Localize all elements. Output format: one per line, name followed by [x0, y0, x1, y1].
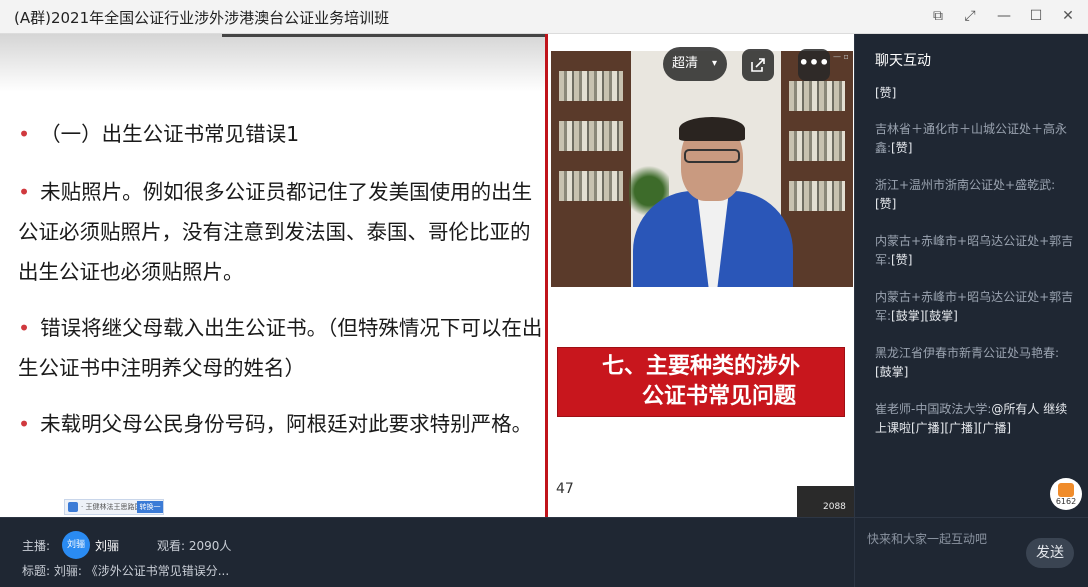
pip-icon[interactable]: ⧉ [926, 5, 950, 27]
chevron-down-icon: ▾ [711, 58, 717, 69]
chat-message: [赞] [875, 86, 897, 100]
like-button[interactable]: 6162 [1050, 478, 1082, 510]
chat-message: 吉林省＋通化市＋山城公证处＋高永鑫:[赞] [875, 122, 1068, 155]
chat-panel: 聊天互动 [赞] 吉林省＋通化市＋山城公证处＋高永鑫:[赞] 浙江+温州市浙南公… [854, 34, 1088, 517]
window-titlebar: (A群)2021年全国公证行业涉外涉港澳台公证业务培训班 ⧉ ⤢ — ☐ ✕ [0, 0, 1088, 34]
chat-input-area: 快来和大家一起互动吧 发送 [854, 517, 1088, 587]
slide-bullet-3: • 错误将继父母载入出生公证书。（但特殊情况下可以在出生公证书中注明养父母的姓名） [18, 316, 543, 380]
bullet-marker: • [18, 122, 31, 146]
minimize-button[interactable]: — [992, 5, 1016, 27]
presenter-video[interactable] [551, 51, 853, 287]
slide-bullet-2: • 未贴照片。例如很多公证员都记住了发美国使用的出生公证必须贴照片，没有注意到发法… [18, 180, 533, 284]
slide-page-number: 47 [556, 481, 574, 497]
chat-message: 浙江+温州市浙南公证处+盛乾武:[赞] [875, 178, 1056, 211]
chat-title: 聊天互动 [875, 53, 931, 69]
slide-right-panel: 超清 ▾ ••• — ▫ 七、主要种类的涉外 公证书常见问题 47 2088 [548, 34, 854, 517]
expand-icon[interactable]: ⤢ [958, 5, 982, 27]
slide-header-band [0, 34, 548, 92]
share-button[interactable] [742, 49, 774, 81]
slide-bullet-1: • （一）出生公证书常见错误1 [18, 122, 300, 146]
share-icon [751, 58, 765, 72]
slide-bullet-4: • 未载明父母公民身份号码，阿根廷对此要求特别严格。 [18, 412, 533, 436]
chat-message: 崔老师-中国政法大学:@所有人 继续上课啦[广播][广播][广播] [875, 402, 1068, 435]
host-label: 主播: [22, 539, 51, 553]
embedded-mini-toolbar: · 王健林法王思路国际 转换一下 [64, 499, 164, 517]
thumbs-up-icon [1058, 483, 1074, 497]
like-count: 6162 [1055, 497, 1077, 506]
slide-content: • （一）出生公证书常见错误1 • 未贴照片。例如很多公证员都记住了发美国使用的出生… [0, 34, 548, 517]
chat-message: 黑龙江省伊春市新青公证处马艳春:[鼓掌] [875, 346, 1060, 379]
chat-message: 内蒙古+赤峰市+昭乌达公证处+郭吉军:[赞] [875, 234, 1074, 267]
chat-input[interactable]: 快来和大家一起互动吧 [867, 530, 987, 547]
avatar[interactable]: 刘骊 [62, 531, 90, 559]
slide-section-title: 七、主要种类的涉外 公证书常见问题 [557, 347, 845, 417]
send-button[interactable]: 发送 [1026, 538, 1074, 568]
maximize-button[interactable]: ☐ [1024, 5, 1048, 27]
chat-message: 内蒙古+赤峰市+昭乌达公证处+郭吉军:[鼓掌][鼓掌] [875, 290, 1074, 323]
stream-info-bar: 主播: 刘骊 刘骊 观看: 2090人 标题: 刘骊: 《涉外公证书常见错误分.… [0, 517, 854, 587]
window-title: (A群)2021年全国公证行业涉外涉港澳台公证业务培训班 [14, 9, 390, 27]
bullet-marker: • [18, 316, 31, 340]
video-window-controls[interactable]: — ▫ [833, 52, 849, 61]
close-button[interactable]: ✕ [1056, 5, 1080, 27]
quality-select[interactable]: 超清 ▾ [663, 47, 727, 81]
more-options-button[interactable]: ••• [798, 49, 830, 81]
app-logo-icon [68, 502, 78, 512]
bullet-marker: • [18, 412, 31, 436]
bullet-marker: • [18, 180, 31, 204]
thumbnail-preview[interactable]: 2088 [797, 486, 854, 517]
stream-title: 标题: 刘骊: 《涉外公证书常见错误分... [22, 564, 230, 578]
slide-top-rule [222, 34, 548, 37]
host-name: 刘骊 [95, 539, 120, 553]
viewer-count: 观看: 2090人 [157, 539, 232, 553]
